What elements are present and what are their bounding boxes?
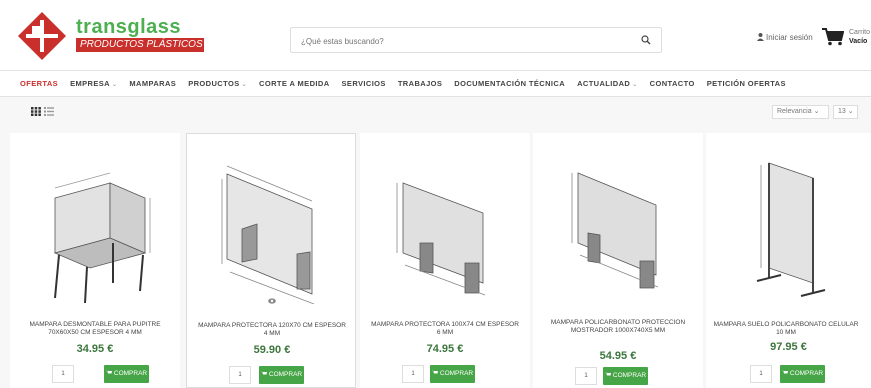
nav-item-label: SERVICIOS: [341, 79, 386, 88]
chevron-down-icon: ⌄: [813, 108, 820, 115]
site-header: transglass PRODUCTOS PLÁSTICOS Iniciar s…: [0, 0, 871, 70]
cart-icon: [781, 370, 788, 374]
nav-item-corte-a-medida[interactable]: CORTE A MEDIDA: [259, 71, 329, 96]
quantity-input[interactable]: 1: [402, 365, 424, 383]
buy-button[interactable]: COMPRAR: [780, 365, 825, 383]
chevron-down-icon: ⌄: [111, 82, 118, 88]
chevron-down-icon: ⌄: [241, 82, 248, 88]
buy-label: COMPRAR: [612, 372, 647, 379]
logo-tagline: PRODUCTOS PLÁSTICOS: [76, 38, 204, 52]
buy-label: COMPRAR: [789, 370, 824, 377]
nav-item-productos[interactable]: PRODUCTOS ⌄: [188, 71, 247, 98]
product-card[interactable]: MAMPARA PROTECTORA 100X74 CM ESPESOR 6 M…: [360, 133, 530, 388]
eye-icon[interactable]: [268, 298, 276, 304]
cart-icon: [604, 372, 611, 376]
search-box: [290, 27, 662, 54]
main-nav: OFERTAS EMPRESA ⌄ MAMPARAS PRODUCTOS ⌄ CORTE A…: [0, 70, 871, 97]
product-image[interactable]: [721, 143, 861, 303]
nav-item-actualidad[interactable]: ACTUALIDAD ⌄: [577, 71, 638, 98]
product-price: 34.95 €: [76, 343, 114, 355]
cart-summary[interactable]: Carrito Vacío: [849, 28, 870, 46]
quantity-input[interactable]: 1: [750, 365, 772, 383]
nav-item-empresa[interactable]: EMPRESA ⌄: [70, 71, 117, 98]
grid-view-icon[interactable]: [31, 107, 41, 116]
product-card[interactable]: MAMPARA PROTECTORA 120X70 CM ESPESOR 4 M…: [186, 133, 356, 388]
product-price: 54.95 €: [599, 350, 637, 362]
sort-select[interactable]: Relevancia ⌄: [772, 105, 829, 119]
quantity-input[interactable]: 1: [229, 366, 251, 384]
nav-item-label: EMPRESA: [70, 79, 110, 88]
nav-item-petición-ofertas[interactable]: PETICIÓN OFERTAS: [707, 71, 786, 96]
buy-button[interactable]: COMPRAR: [430, 365, 475, 383]
product-price: 74.95 €: [426, 343, 464, 355]
cart-label: Carrito: [849, 29, 871, 36]
nav-item-label: OFERTAS: [20, 79, 59, 88]
list-view-icon[interactable]: [44, 107, 54, 116]
cart-icon: [431, 370, 438, 374]
nav-list: OFERTAS EMPRESA ⌄ MAMPARAS PRODUCTOS ⌄ CORTE A…: [20, 71, 798, 96]
page: transglass PRODUCTOS PLÁSTICOS Iniciar s…: [0, 0, 871, 388]
product-name[interactable]: MAMPARA POLICARBONATO PROTECCION MOSTRAD…: [543, 319, 693, 335]
nav-item-label: MAMPARAS: [129, 79, 177, 88]
search-input[interactable]: [299, 28, 633, 54]
cart-icon: [105, 370, 112, 374]
nav-item-ofertas[interactable]: OFERTAS: [20, 71, 58, 96]
cart-icon[interactable]: [822, 28, 844, 46]
nav-item-label: PETICIÓN OFERTAS: [706, 79, 786, 88]
chevron-down-icon: ⌄: [632, 82, 638, 88]
chevron-down-icon: ⌄: [847, 108, 854, 115]
product-card[interactable]: MAMPARA SUELO POLICARBONATO CELULAR 10 M…: [706, 133, 871, 388]
nav-item-label: CORTE A MEDIDA: [259, 79, 330, 88]
buy-label: COMPRAR: [113, 370, 148, 377]
buy-button[interactable]: COMPRAR: [603, 367, 648, 385]
product-image[interactable]: [25, 143, 165, 303]
product-image[interactable]: [548, 143, 688, 303]
nav-item-mamparas[interactable]: MAMPARAS: [129, 71, 176, 96]
logo-name: transglass: [76, 16, 182, 38]
product-name[interactable]: MAMPARA SUELO POLICARBONATO CELULAR 10 M…: [711, 321, 861, 337]
login-label: Iniciar sesión: [766, 33, 813, 42]
product-price: 97.95 €: [770, 341, 807, 353]
product-name[interactable]: MAMPARA PROTECTORA 100X74 CM ESPESOR 6 M…: [370, 321, 520, 337]
product-card[interactable]: MAMPARA POLICARBONATO PROTECCION MOSTRAD…: [533, 133, 703, 388]
cart-value: Vacío: [849, 38, 868, 45]
product-name[interactable]: MAMPARA PROTECTORA 120X70 CM ESPESOR 4 M…: [197, 322, 347, 338]
search-icon[interactable]: [641, 35, 651, 45]
cart-icon: [260, 371, 267, 375]
buy-label: COMPRAR: [439, 370, 474, 377]
product-image[interactable]: [375, 143, 515, 303]
per-page-value: 13: [838, 108, 846, 115]
nav-item-label: DOCUMENTACIÓN TÉCNICA: [454, 79, 566, 88]
product-price: 59.90 €: [253, 344, 291, 356]
product-card[interactable]: MAMPARA DESMONTABLE PARA PUPITRE 70X60X5…: [10, 133, 180, 388]
product-image[interactable]: [202, 144, 342, 304]
quantity-input[interactable]: 1: [575, 367, 597, 385]
nav-item-label: PRODUCTOS: [188, 79, 240, 88]
product-name[interactable]: MAMPARA DESMONTABLE PARA PUPITRE 70X60X5…: [20, 321, 170, 337]
nav-item-servicios[interactable]: SERVICIOS: [342, 71, 386, 96]
buy-button[interactable]: COMPRAR: [104, 365, 149, 383]
login-link[interactable]: Iniciar sesión: [757, 33, 813, 42]
per-page-select[interactable]: 13 ⌄: [833, 105, 858, 119]
nav-item-label: CONTACTO: [649, 79, 695, 88]
nav-item-documentación-técnica[interactable]: DOCUMENTACIÓN TÉCNICA: [454, 71, 565, 96]
buy-label: COMPRAR: [268, 371, 303, 378]
nav-item-label: ACTUALIDAD: [577, 79, 631, 88]
quantity-input[interactable]: 1: [52, 365, 74, 383]
sort-value: Relevancia: [777, 108, 812, 115]
nav-item-label: TRABAJOS: [397, 79, 443, 88]
listing-toolbar: [0, 97, 871, 127]
buy-button[interactable]: COMPRAR: [259, 366, 304, 384]
user-icon: [757, 33, 764, 41]
nav-item-contacto[interactable]: CONTACTO: [650, 71, 695, 96]
logo-icon: [18, 12, 66, 60]
site-logo[interactable]: transglass PRODUCTOS PLÁSTICOS: [16, 12, 216, 60]
nav-item-trabajos[interactable]: TRABAJOS: [398, 71, 442, 96]
